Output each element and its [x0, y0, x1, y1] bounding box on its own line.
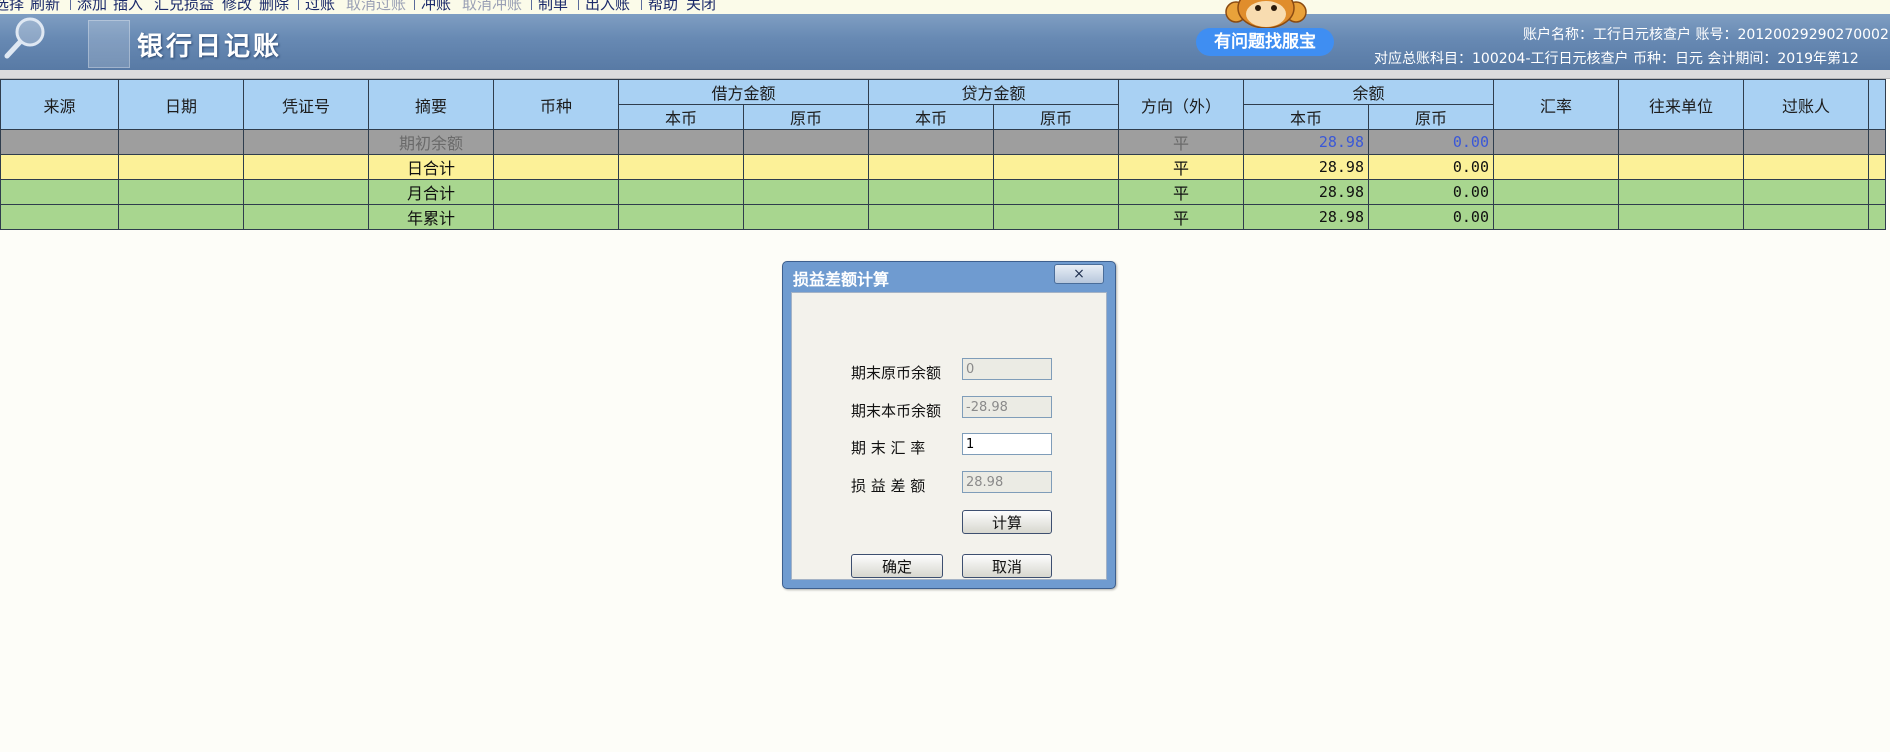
row-balance-local: 28.98 [1243, 204, 1369, 230]
toolbar-edit-button[interactable]: 修改 [222, 0, 252, 13]
toolbar-unreverse-button[interactable]: 取消冲账 [462, 0, 522, 13]
col-header-credit: 贷方金额 [868, 79, 1119, 105]
col-header-poster[interactable]: 过账人 [1743, 79, 1869, 130]
row-direction: 平 [1118, 179, 1244, 205]
table-row[interactable]: 期初余额 平 28.98 0.00 [0, 129, 1886, 155]
toolbar-insert-button[interactable]: 插入 [113, 0, 143, 13]
end-orig-balance-label: 期末原币余额 [851, 364, 942, 382]
col-header-rate[interactable]: 汇率 [1493, 79, 1619, 130]
toolbar-separator [414, 0, 415, 10]
toolbar-unpost-button[interactable]: 取消过账 [346, 0, 406, 13]
row-balance-original: 0.00 [1368, 204, 1494, 230]
col-header-summary[interactable]: 摘要 [368, 79, 494, 130]
table-row[interactable]: 年累计 平 28.98 0.00 [0, 204, 1886, 230]
pl-diff-field[interactable]: 28.98 [962, 471, 1052, 493]
pl-diff-label: 损 益 差 额 [851, 477, 926, 495]
toolbar-separator [641, 0, 642, 10]
end-local-balance-label: 期末本币余额 [851, 402, 942, 420]
toolbar-separator [298, 0, 299, 10]
end-rate-label: 期 末 汇 率 [851, 439, 926, 457]
toolbar-add-button[interactable]: 添加 [77, 0, 107, 13]
col-header-balance-original[interactable]: 原币 [1368, 104, 1494, 130]
table-row[interactable]: 月合计 平 28.98 0.00 [0, 179, 1886, 205]
cancel-button[interactable]: 取消 [962, 554, 1052, 578]
row-direction: 平 [1118, 129, 1244, 155]
toolbar-separator [578, 0, 579, 10]
account-info: 账户名称：工行日元核查户 账号：20120029290270002 [1523, 27, 1889, 43]
row-balance-original: 0.00 [1368, 154, 1494, 180]
toolbar-fx-gainloss-button[interactable]: 汇兑损益 [154, 0, 214, 13]
col-header-balance: 余额 [1243, 79, 1494, 105]
col-header-debit-original[interactable]: 原币 [743, 104, 869, 130]
col-header-extra [1868, 79, 1886, 130]
ledger-table: 来源 日期 凭证号 摘要 币种 借方金额 贷方金额 方向（外） 余额 汇率 往来… [0, 79, 1886, 230]
col-header-voucher-no[interactable]: 凭证号 [243, 79, 369, 130]
toolbar-separator [70, 0, 71, 10]
dialog-close-button[interactable]: × [1054, 264, 1104, 284]
col-header-date[interactable]: 日期 [118, 79, 244, 130]
col-header-partner[interactable]: 往来单位 [1618, 79, 1744, 130]
toolbar-close-button[interactable]: 关闭 [686, 0, 716, 13]
dialog-title: 损益差额计算 [793, 270, 890, 289]
row-balance-local: 28.98 [1243, 154, 1369, 180]
row-summary: 日合计 [368, 154, 494, 180]
ledger-subject-info: 对应总账科目：100204-工行日元核查户 币种：日元 会计期间：2019年第1… [1374, 51, 1859, 67]
col-header-direction[interactable]: 方向（外） [1118, 79, 1244, 130]
toolbar-inout-button[interactable]: 出入账 [585, 0, 630, 13]
col-header-currency[interactable]: 币种 [493, 79, 619, 130]
col-header-debit: 借方金额 [618, 79, 869, 105]
row-summary: 月合计 [368, 179, 494, 205]
end-rate-input[interactable]: 1 [962, 433, 1052, 455]
toolbar: 选择 刷新 添加 插入 汇兑损益 修改 删除 过账 取消过账 冲账 取消冲账 制… [0, 0, 1890, 14]
row-summary: 年累计 [368, 204, 494, 230]
toolbar-help-button[interactable]: 帮助 [648, 0, 678, 13]
end-local-balance-field[interactable]: -28.98 [962, 396, 1052, 418]
row-balance-local: 28.98 [1243, 129, 1369, 155]
close-icon: × [1073, 266, 1085, 282]
toolbar-refresh-button[interactable]: 刷新 [30, 0, 60, 13]
col-header-debit-local[interactable]: 本币 [618, 104, 744, 130]
toolbar-post-button[interactable]: 过账 [305, 0, 335, 13]
header-divider [0, 70, 1890, 79]
row-direction: 平 [1118, 204, 1244, 230]
toolbar-voucher-button[interactable]: 制单 [538, 0, 568, 13]
header-banner: 银行日记账 有问题找服宝 账户名称：工行日元核查户 账号：20120029290… [0, 14, 1890, 70]
toolbar-reverse-button[interactable]: 冲账 [421, 0, 451, 13]
col-header-balance-local[interactable]: 本币 [1243, 104, 1369, 130]
page-title: 银行日记账 [137, 32, 283, 62]
monkey-mascot-icon[interactable] [1222, 0, 1310, 28]
help-service-button[interactable]: 有问题找服宝 [1196, 28, 1334, 56]
row-balance-original: 0.00 [1368, 179, 1494, 205]
col-header-credit-original[interactable]: 原币 [993, 104, 1119, 130]
magnifier-icon [4, 17, 45, 59]
row-balance-original: 0.00 [1368, 129, 1494, 155]
dialog-body: 期末原币余额 0 期末本币余额 -28.98 期 末 汇 率 1 损 益 差 额… [791, 292, 1107, 580]
toolbar-separator [531, 0, 532, 10]
row-balance-local: 28.98 [1243, 179, 1369, 205]
pl-diff-dialog: 损益差额计算 × 期末原币余额 0 期末本币余额 -28.98 期 末 汇 率 … [782, 261, 1116, 589]
ok-button[interactable]: 确定 [851, 554, 943, 578]
row-direction: 平 [1118, 154, 1244, 180]
col-header-source[interactable]: 来源 [0, 79, 119, 130]
row-summary: 期初余额 [368, 129, 494, 155]
end-orig-balance-field[interactable]: 0 [962, 358, 1052, 380]
toolbar-delete-button[interactable]: 删除 [259, 0, 289, 13]
col-header-credit-local[interactable]: 本币 [868, 104, 994, 130]
toolbar-select-button[interactable]: 选择 [0, 0, 24, 13]
table-row[interactable]: 日合计 平 28.98 0.00 [0, 154, 1886, 180]
document-icon [88, 20, 130, 68]
calculate-button[interactable]: 计算 [962, 510, 1052, 534]
